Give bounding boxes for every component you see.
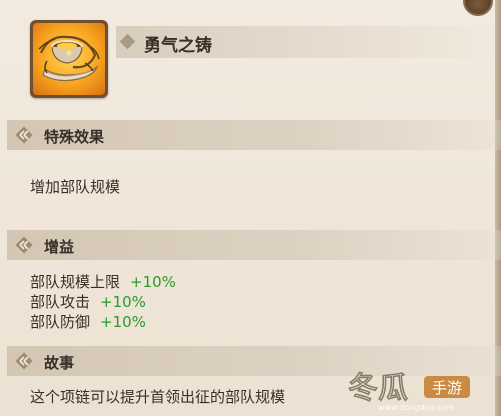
section-title-story: 故事 [44, 354, 75, 372]
wreath-brazier-icon [33, 23, 105, 95]
watermark-brand: 冬瓜 [348, 371, 408, 406]
buff-row: 部队防御 +10% [30, 311, 146, 332]
story-text: 这个项链可以提升首领出征的部队规模 [30, 388, 286, 406]
watermark-sub: 手游 [432, 379, 462, 397]
watermark-domain: www.dongdua.com [378, 403, 454, 412]
diamond-chevron-icon [15, 352, 33, 370]
buff-value: +10% [130, 273, 176, 291]
section-title-buff: 增益 [44, 238, 75, 256]
section-title-special: 特殊效果 [44, 128, 105, 146]
buff-label: 部队攻击 [30, 293, 91, 311]
section-header-buff [7, 230, 501, 260]
watermark-logo: 冬瓜 手游 www.dongdua.com [348, 371, 470, 412]
special-effect-text: 增加部队规模 [30, 178, 121, 196]
buff-row: 部队攻击 +10% [30, 291, 146, 312]
buff-row: 部队规模上限 +10% [30, 271, 176, 292]
diamond-chevron-icon [15, 236, 33, 254]
buff-label: 部队防御 [30, 313, 91, 331]
item-icon-frame[interactable] [30, 20, 108, 98]
buff-label: 部队规模上限 [30, 273, 121, 291]
item-title: 勇气之铸 [144, 36, 212, 56]
diamond-chevron-icon [15, 126, 33, 144]
buff-value: +10% [100, 293, 146, 311]
buff-value: +10% [100, 313, 146, 331]
